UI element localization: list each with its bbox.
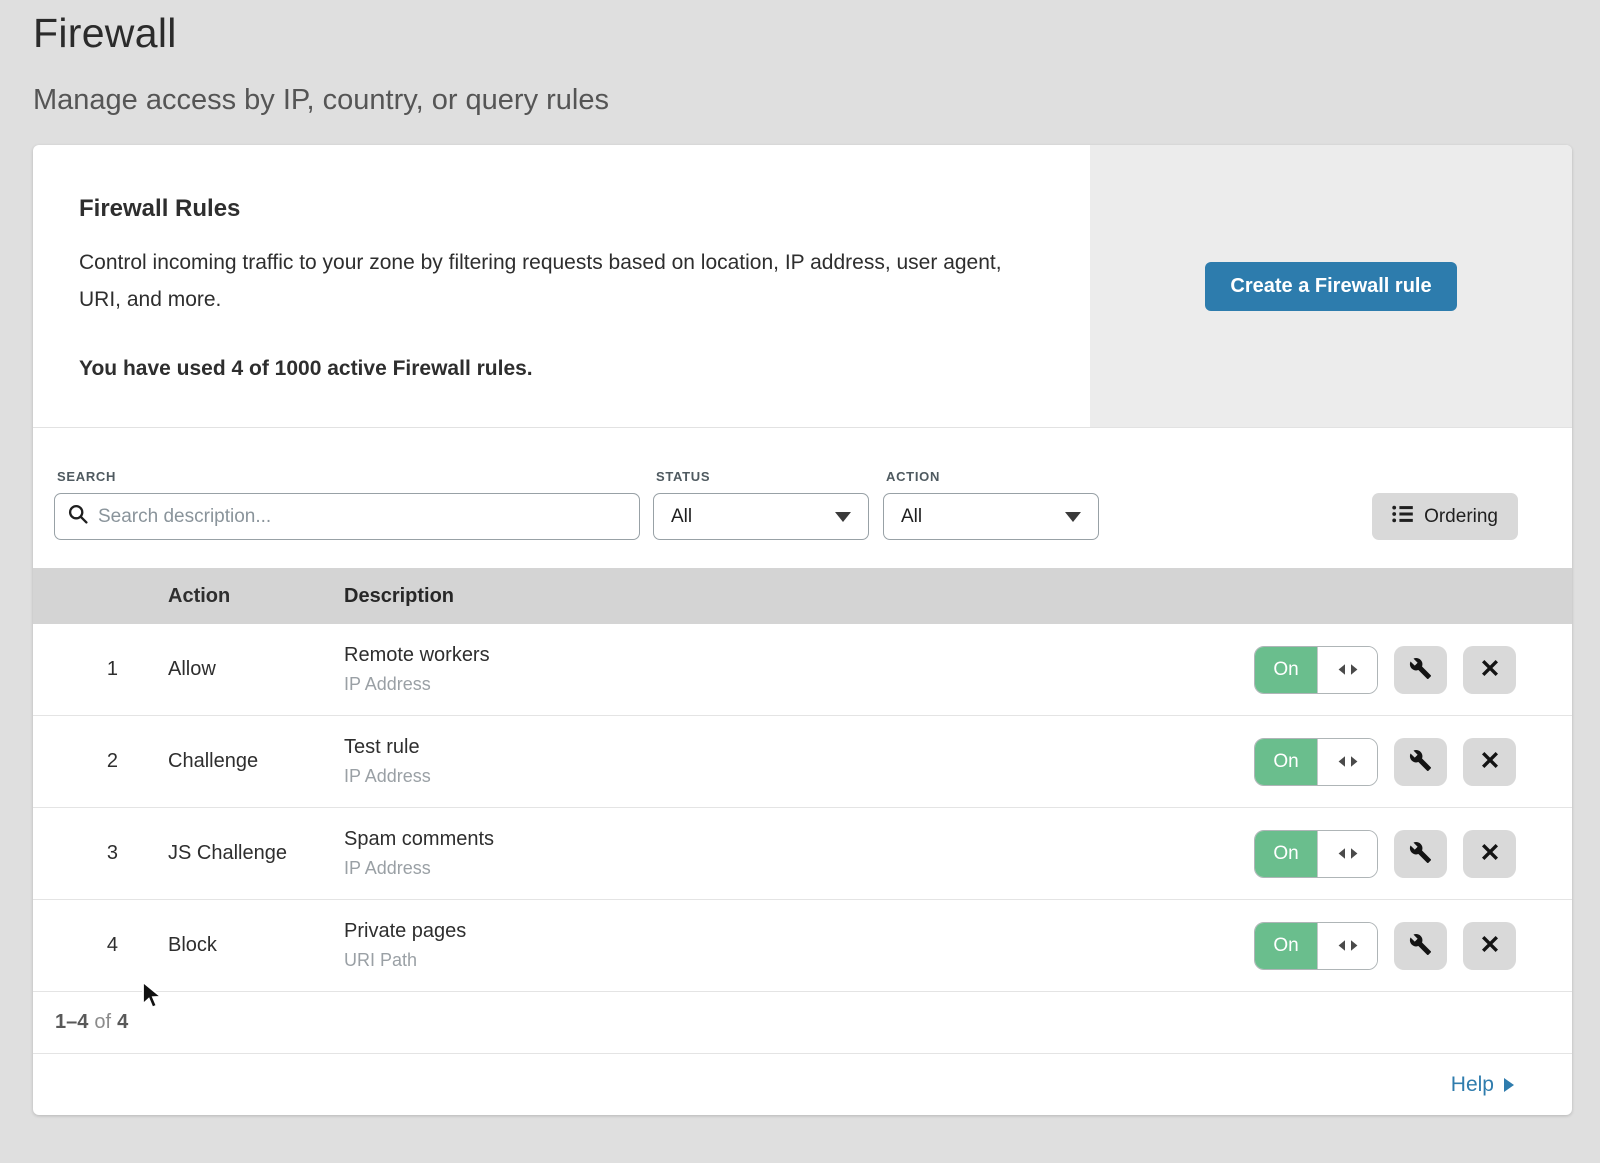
toggle-on-label: On: [1255, 647, 1317, 693]
rule-priority: 4: [33, 934, 168, 957]
rule-description-cell: Remote workers IP Address: [344, 644, 1192, 695]
x-icon: [1480, 750, 1500, 773]
help-link-label: Help: [1451, 1073, 1494, 1097]
help-row: Help: [33, 1054, 1572, 1115]
wrench-icon: [1409, 657, 1432, 683]
rule-enabled-toggle[interactable]: On: [1254, 922, 1378, 970]
card-heading: Firewall Rules: [79, 195, 1050, 223]
column-header-description: Description: [344, 585, 1192, 608]
column-header-action: Action: [168, 585, 344, 608]
left-right-arrows-icon: [1317, 739, 1377, 785]
rule-description: Test rule: [344, 736, 1192, 759]
firewall-rule-row: 2 Challenge Test rule IP Address On: [33, 716, 1572, 808]
search-input[interactable]: [98, 506, 626, 528]
edit-rule-button[interactable]: [1394, 646, 1447, 694]
left-right-arrows-icon: [1317, 831, 1377, 877]
table-header-row: Action Description: [33, 568, 1572, 624]
rule-description-cell: Test rule IP Address: [344, 736, 1192, 787]
page-header: Firewall Manage access by IP, country, o…: [0, 0, 1600, 117]
action-filter-group: ACTION All: [883, 469, 1099, 540]
ordered-list-icon: [1392, 505, 1413, 529]
status-select[interactable]: All: [653, 493, 869, 540]
status-filter-group: STATUS All: [653, 469, 869, 540]
left-right-arrows-icon: [1317, 647, 1377, 693]
toggle-on-label: On: [1255, 831, 1317, 877]
rule-priority: 2: [33, 750, 168, 773]
rule-priority: 1: [33, 658, 168, 681]
rule-description: Spam comments: [344, 828, 1192, 851]
firewall-rule-row: 3 JS Challenge Spam comments IP Address …: [33, 808, 1572, 900]
search-label: SEARCH: [57, 469, 640, 484]
x-icon: [1480, 934, 1500, 957]
action-label: ACTION: [886, 469, 1099, 484]
rule-action: Allow: [168, 658, 344, 681]
delete-rule-button[interactable]: [1463, 830, 1516, 878]
wrench-icon: [1409, 841, 1432, 867]
ordering-button-label: Ordering: [1424, 506, 1498, 528]
chevron-down-icon: [1065, 512, 1081, 522]
rule-description: Remote workers: [344, 644, 1192, 667]
delete-rule-button[interactable]: [1463, 922, 1516, 970]
rule-controls: On: [1192, 646, 1572, 694]
wrench-icon: [1409, 933, 1432, 959]
rule-enabled-toggle[interactable]: On: [1254, 646, 1378, 694]
delete-rule-button[interactable]: [1463, 646, 1516, 694]
action-select-value: All: [901, 506, 922, 528]
rule-action: Block: [168, 934, 344, 957]
wrench-icon: [1409, 749, 1432, 775]
pagination-total: 4: [117, 1011, 128, 1034]
rule-controls: On: [1192, 830, 1572, 878]
x-icon: [1480, 658, 1500, 681]
ordering-button[interactable]: Ordering: [1372, 493, 1518, 540]
chevron-down-icon: [835, 512, 851, 522]
create-rule-panel: Create a Firewall rule: [1090, 145, 1572, 427]
rule-priority: 3: [33, 842, 168, 865]
rules-table: Action Description 1 Allow Remote worker…: [33, 568, 1572, 1054]
rule-description-cell: Spam comments IP Address: [344, 828, 1192, 879]
card-description: Control incoming traffic to your zone by…: [79, 245, 1029, 319]
intro-text-panel: Firewall Rules Control incoming traffic …: [33, 145, 1090, 427]
page-subtitle: Manage access by IP, country, or query r…: [33, 84, 1600, 117]
create-firewall-rule-button[interactable]: Create a Firewall rule: [1205, 262, 1456, 311]
rule-description-cell: Private pages URI Path: [344, 920, 1192, 971]
rule-action: Challenge: [168, 750, 344, 773]
rule-action: JS Challenge: [168, 842, 344, 865]
arrow-right-icon: [1504, 1078, 1514, 1092]
toggle-on-label: On: [1255, 739, 1317, 785]
rule-enabled-toggle[interactable]: On: [1254, 738, 1378, 786]
rule-match-field: IP Address: [344, 858, 1192, 879]
left-right-arrows-icon: [1317, 923, 1377, 969]
search-filter-group: SEARCH: [54, 469, 640, 540]
rule-controls: On: [1192, 738, 1572, 786]
search-icon: [68, 504, 88, 529]
pagination-of: of: [94, 1011, 111, 1034]
table-body: 1 Allow Remote workers IP Address On: [33, 624, 1572, 992]
delete-rule-button[interactable]: [1463, 738, 1516, 786]
firewall-rules-intro: Firewall Rules Control incoming traffic …: [33, 145, 1572, 428]
firewall-rule-row: 1 Allow Remote workers IP Address On: [33, 624, 1572, 716]
status-select-value: All: [671, 506, 692, 528]
edit-rule-button[interactable]: [1394, 738, 1447, 786]
x-icon: [1480, 842, 1500, 865]
status-label: STATUS: [656, 469, 869, 484]
usage-summary: You have used 4 of 1000 active Firewall …: [79, 357, 1050, 381]
toggle-on-label: On: [1255, 923, 1317, 969]
edit-rule-button[interactable]: [1394, 830, 1447, 878]
edit-rule-button[interactable]: [1394, 922, 1447, 970]
firewall-rule-row: 4 Block Private pages URI Path On: [33, 900, 1572, 992]
firewall-rules-card: Firewall Rules Control incoming traffic …: [33, 145, 1572, 1115]
rule-enabled-toggle[interactable]: On: [1254, 830, 1378, 878]
pagination: 1–4 of 4: [33, 992, 1572, 1054]
rule-match-field: URI Path: [344, 950, 1192, 971]
pagination-range: 1–4: [55, 1011, 88, 1034]
filters-bar: SEARCH STATUS All ACTION All: [33, 428, 1572, 568]
rule-match-field: IP Address: [344, 766, 1192, 787]
rule-match-field: IP Address: [344, 674, 1192, 695]
action-select[interactable]: All: [883, 493, 1099, 540]
search-box[interactable]: [54, 493, 640, 540]
rule-description: Private pages: [344, 920, 1192, 943]
page-title: Firewall: [33, 10, 1600, 57]
help-link[interactable]: Help: [1451, 1073, 1514, 1097]
rule-controls: On: [1192, 922, 1572, 970]
